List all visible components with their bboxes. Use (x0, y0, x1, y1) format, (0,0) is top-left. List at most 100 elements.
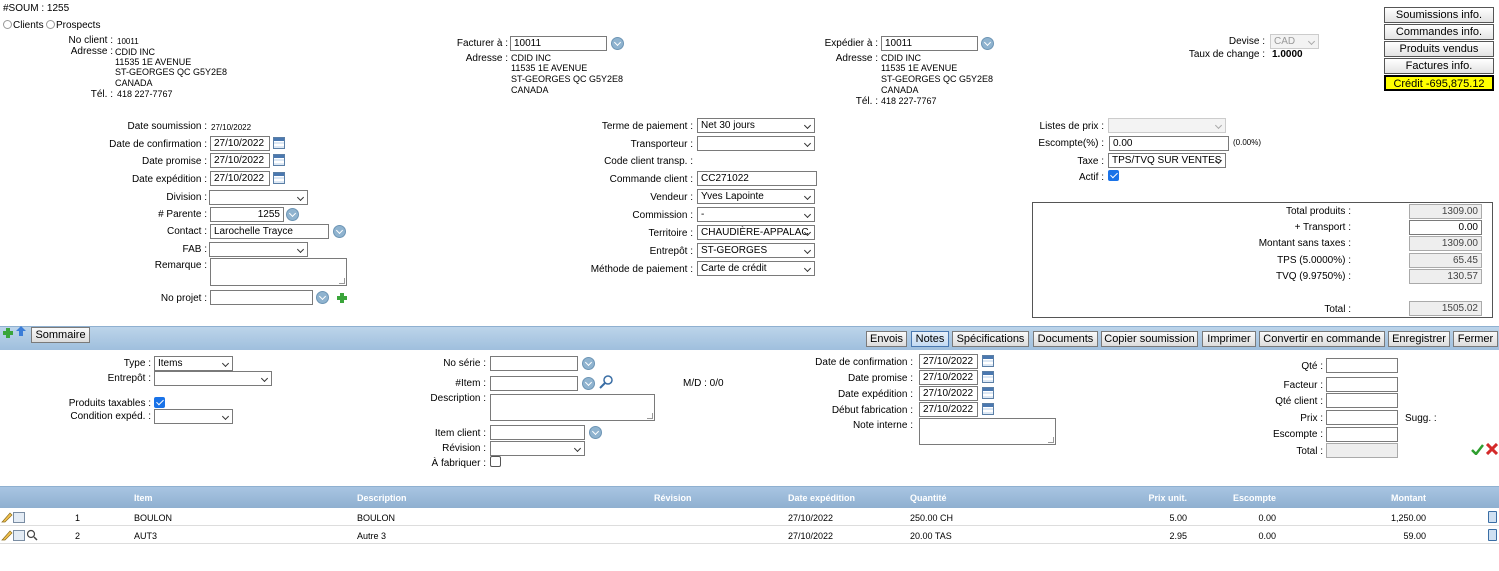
credit-button[interactable]: Crédit -695,875.12 (1384, 75, 1494, 91)
item-warehouse-select[interactable] (154, 371, 272, 386)
magnifier-icon[interactable] (26, 529, 38, 541)
tax-select[interactable]: TPS/TVQ SUR VENTES (1108, 153, 1226, 168)
item-date-exp-input[interactable]: 27/10/2022 (919, 386, 978, 401)
documents-button[interactable]: Documents (1033, 331, 1098, 347)
save-button[interactable]: Enregistrer (1388, 331, 1450, 347)
notes-button[interactable]: Notes (911, 331, 949, 347)
invoices-info-button[interactable]: Factures info. (1384, 58, 1494, 74)
row-number: 2 (75, 531, 81, 541)
carrier-label: Transporteur : (630, 139, 693, 150)
remark-textarea[interactable] (210, 258, 347, 286)
ship-address-line4: CANADA (881, 85, 919, 95)
search-icon[interactable] (599, 375, 615, 389)
item-date-conf-input[interactable]: 27/10/2022 (919, 354, 978, 369)
calendar-icon[interactable] (273, 154, 285, 166)
envois-button[interactable]: Envois (866, 331, 907, 347)
qty-input[interactable] (1326, 358, 1398, 373)
warehouse-select[interactable]: ST-GEORGES (697, 243, 815, 258)
currency-select[interactable]: CAD (1270, 34, 1319, 49)
bill-to-dropdown-icon[interactable] (611, 37, 624, 50)
copy-submission-button[interactable]: Copier soumission (1101, 331, 1198, 347)
active-checkbox[interactable] (1108, 170, 1119, 181)
internal-note-textarea[interactable] (919, 418, 1056, 445)
edit-icon[interactable] (1, 511, 13, 523)
add-project-icon[interactable] (337, 293, 347, 303)
calendar-icon[interactable] (273, 137, 285, 149)
ship-condition-select[interactable] (154, 409, 233, 424)
parent-input[interactable]: 1255 (210, 207, 284, 222)
taxable-checkbox[interactable] (154, 397, 165, 408)
submissions-info-button[interactable]: Soumissions info. (1384, 7, 1494, 23)
client-item-input[interactable] (490, 425, 585, 440)
upload-icon[interactable] (16, 326, 26, 336)
convert-to-order-button[interactable]: Convertir en commande (1259, 331, 1385, 347)
client-item-dropdown-icon[interactable] (589, 426, 602, 439)
revision-select[interactable] (490, 441, 585, 456)
copy-icon[interactable] (13, 530, 25, 541)
transport-input[interactable]: 0.00 (1409, 220, 1482, 235)
to-manufacture-checkbox[interactable] (490, 456, 501, 467)
trash-icon[interactable] (1488, 529, 1497, 541)
calendar-icon[interactable] (982, 355, 994, 367)
project-dropdown-icon[interactable] (316, 291, 329, 304)
calendar-icon[interactable] (273, 172, 285, 184)
calendar-icon[interactable] (982, 403, 994, 415)
date-promised-input[interactable]: 27/10/2022 (210, 153, 270, 168)
print-button[interactable]: Imprimer (1202, 331, 1256, 347)
price-input[interactable] (1326, 410, 1398, 425)
territory-select[interactable]: CHAUDIÈRE-APPALAC (697, 225, 815, 240)
cancel-x-icon[interactable] (1485, 442, 1499, 456)
price-list-select[interactable] (1108, 118, 1226, 133)
prospects-radio[interactable] (46, 20, 55, 29)
parent-dropdown-icon[interactable] (286, 208, 299, 221)
trash-icon[interactable] (1488, 511, 1497, 523)
item-no-input[interactable] (490, 376, 578, 391)
discount-input[interactable]: 0.00 (1109, 136, 1229, 151)
factor-input[interactable] (1326, 377, 1398, 392)
carrier-select[interactable] (697, 136, 815, 151)
products-sold-button[interactable]: Produits vendus (1384, 41, 1494, 57)
copy-icon[interactable] (13, 512, 25, 523)
client-qty-input[interactable] (1326, 393, 1398, 408)
project-no-input[interactable] (210, 290, 313, 305)
serial-input[interactable] (490, 356, 578, 371)
summary-button[interactable]: Sommaire (31, 327, 90, 343)
item-date-prom-input[interactable]: 27/10/2022 (919, 370, 978, 385)
parent-label: # Parente : (158, 209, 207, 220)
payment-method-select[interactable]: Carte de crédit (697, 261, 815, 276)
col-discount: Escompte (1232, 493, 1276, 503)
orders-info-button[interactable]: Commandes info. (1384, 24, 1494, 40)
date-confirmation-input[interactable]: 27/10/2022 (210, 136, 270, 151)
item-description-textarea[interactable] (490, 394, 655, 421)
serial-dropdown-icon[interactable] (582, 357, 595, 370)
customer-order-input[interactable]: CC271022 (697, 171, 817, 186)
calendar-icon[interactable] (982, 387, 994, 399)
bill-to-input[interactable]: 10011 (510, 36, 607, 51)
add-line-icon[interactable] (3, 328, 13, 338)
contact-input[interactable]: Larochelle Trayce (210, 224, 329, 239)
fab-start-input[interactable]: 27/10/2022 (919, 402, 978, 417)
edit-icon[interactable] (1, 529, 13, 541)
client-tel-label: Tél. : (90, 89, 113, 100)
row-discount: 0.00 (1258, 531, 1276, 541)
ship-to-dropdown-icon[interactable] (981, 37, 994, 50)
payment-term-select[interactable]: Net 30 jours (697, 118, 815, 133)
calendar-icon[interactable] (982, 371, 994, 383)
salesperson-select[interactable]: Yves Lapointe (697, 189, 815, 204)
tps-label: TPS (5.0000%) : (1277, 255, 1351, 266)
date-shipping-input[interactable]: 27/10/2022 (210, 171, 270, 186)
clients-radio[interactable] (3, 20, 12, 29)
type-select[interactable]: Items (154, 356, 233, 371)
commission-select[interactable]: - (697, 207, 815, 222)
row-description: Autre 3 (357, 531, 387, 541)
specifications-button[interactable]: Spécifications (952, 331, 1029, 347)
subtotal: 1309.00 (1409, 236, 1482, 251)
item-dropdown-icon[interactable] (582, 377, 595, 390)
fab-select[interactable] (209, 242, 308, 257)
ship-to-input[interactable]: 10011 (881, 36, 978, 51)
item-discount-input[interactable] (1326, 427, 1398, 442)
close-button[interactable]: Fermer (1453, 331, 1498, 347)
contact-dropdown-icon[interactable] (333, 225, 346, 238)
division-select[interactable] (209, 190, 308, 205)
confirm-check-icon[interactable] (1471, 444, 1484, 456)
